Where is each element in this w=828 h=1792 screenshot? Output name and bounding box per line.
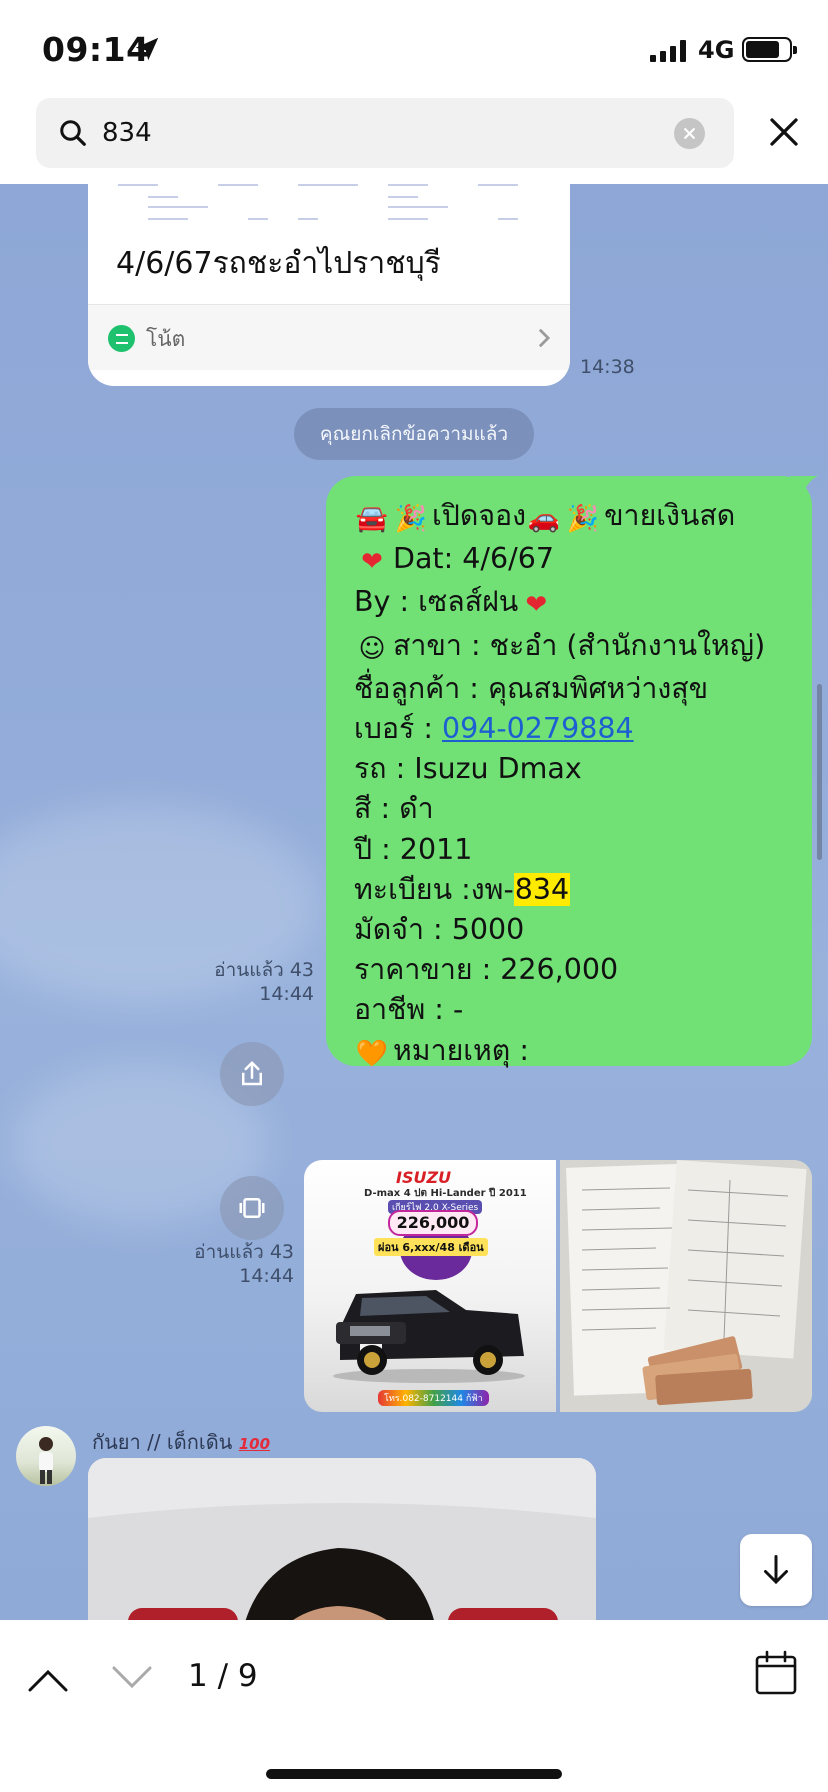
system-notice: คุณยกเลิกข้อความแล้ว <box>294 408 534 460</box>
message-line: By : เซลส์ฝน ❤ <box>354 582 812 625</box>
ad-model: D-max 4 ปต Hi-Lander ปี 2011 <box>364 1188 527 1199</box>
message-line: ทะเบียน :งพ-834 <box>354 872 571 906</box>
chat-area[interactable]: 4/6/67รถชะอำไปราชบุรี โน้ต 14:38 คุณยกเล… <box>0 184 828 1620</box>
search-box[interactable] <box>36 98 734 168</box>
message-line: อาชีพ : - <box>354 993 464 1027</box>
note-footer[interactable]: โน้ต <box>88 304 570 370</box>
car-emoji: 🚗 <box>527 504 561 534</box>
incoming-photo[interactable] <box>88 1458 596 1620</box>
read-status: อ่านแล้ว 43 <box>214 959 314 981</box>
message-line: 🚘 🎉 เปิดจอง🚗 🎉 ขายเงินสด <box>354 496 812 539</box>
search-icon <box>60 120 86 146</box>
read-status: อ่านแล้ว 43 <box>194 1241 294 1263</box>
message-line: สี : ดำ <box>354 792 434 826</box>
scrollbar-thumb[interactable] <box>817 684 822 860</box>
location-arrow-icon <box>135 37 159 61</box>
message-line: รถ : Isuzu Dmax <box>354 752 582 786</box>
ad-installment: ผ่อน 6,xxx/48 เดือน <box>374 1238 488 1256</box>
signal-icon <box>650 40 686 62</box>
search-header <box>0 96 828 184</box>
album-icon <box>239 1198 265 1218</box>
status-bar: 09:14 4G <box>0 0 828 96</box>
message-line: 🧡 หมายเหตุ : <box>354 1031 812 1074</box>
note-icon <box>108 325 135 352</box>
result-counter: 1 / 9 <box>188 1658 258 1694</box>
share-button[interactable] <box>220 1042 284 1106</box>
scroll-to-bottom-button[interactable] <box>740 1534 812 1606</box>
car-emoji: 🚘 <box>355 504 389 534</box>
previous-result-button[interactable] <box>26 1664 70 1694</box>
clear-search-button[interactable] <box>674 118 705 149</box>
note-card[interactable]: 4/6/67รถชะอำไปราชบุรี โน้ต <box>88 184 570 386</box>
battery-icon <box>742 37 797 62</box>
note-label: โน้ต <box>146 327 186 351</box>
message-line: ปี : 2011 <box>354 832 473 866</box>
note-thumbnail <box>118 184 538 222</box>
note-title: 4/6/67รถชะอำไปราชบุรี <box>116 246 441 281</box>
view-album-button[interactable] <box>220 1176 284 1240</box>
home-indicator <box>266 1769 562 1779</box>
smiling-face-emoji: ☺ <box>358 633 386 664</box>
message-line: ราคาขาย : 226,000 <box>354 953 619 987</box>
pickup-truck-image <box>333 1290 525 1383</box>
orange-heart-emoji: 🧡 <box>355 1038 389 1069</box>
image-meta: อ่านแล้ว 43 14:44 <box>150 1240 294 1288</box>
message-line: ☺ สาขา : ชะอำ (สำนักงานใหญ่) <box>354 626 812 669</box>
message-time: 14:38 <box>580 356 635 378</box>
search-highlight: 834 <box>513 872 571 906</box>
ad-price: 226,000 <box>388 1210 478 1236</box>
document-image <box>560 1160 812 1412</box>
search-input[interactable] <box>102 112 662 154</box>
clear-x-icon <box>684 128 695 139</box>
close-search-button[interactable] <box>766 114 802 150</box>
hundred-points-emoji: 100 <box>238 1435 271 1453</box>
message-line: มัดจำ : 5000 <box>354 913 525 947</box>
person-avatar-image <box>39 1437 53 1484</box>
sender-avatar[interactable] <box>16 1426 76 1486</box>
chevron-right-icon <box>538 328 551 348</box>
car-interior-selfie-image <box>88 1458 596 1620</box>
arrow-down-icon <box>764 1555 788 1585</box>
ad-contact: โทร.082-8712144 ก้ฟ้า <box>378 1390 489 1406</box>
share-icon <box>242 1060 262 1086</box>
message-time: 14:44 <box>259 983 314 1005</box>
heart-emoji: ❤ <box>525 590 548 621</box>
message-meta: อ่านแล้ว 43 14:44 <box>170 958 314 1006</box>
party-popper-emoji: 🎉 <box>566 504 600 534</box>
message-line: เบอร์ : 094-0279884 <box>354 712 634 746</box>
ad-brand: ISUZU <box>396 1168 452 1187</box>
network-label: 4G <box>698 36 735 64</box>
sender-name[interactable]: กันยา // เด็กเดิน 100 <box>92 1426 270 1458</box>
next-result-button[interactable] <box>110 1664 154 1694</box>
heart-emoji: ❤ <box>361 547 383 578</box>
calendar-button[interactable] <box>754 1650 798 1696</box>
search-navigation-bar: 1 / 9 <box>0 1620 828 1792</box>
message-time: 14:44 <box>239 1265 294 1287</box>
party-popper-emoji: 🎉 <box>394 504 428 534</box>
document-photo[interactable] <box>560 1160 812 1412</box>
phone-link[interactable]: 094-0279884 <box>442 712 634 745</box>
message-line: ❤ Dat: 4/6/67 <box>354 539 812 582</box>
message-line: ชื่อลูกค้า : คุณสมพิศหว่างสุข <box>354 671 709 705</box>
car-ad-image[interactable]: ISUZU D-max 4 ปต Hi-Lander ปี 2011 เกียร… <box>304 1160 556 1412</box>
sent-message-bubble[interactable]: 🚘 🎉 เปิดจอง🚗 🎉 ขายเงินสด ❤ Dat: 4/6/67 By : เ… <box>326 476 812 1069</box>
